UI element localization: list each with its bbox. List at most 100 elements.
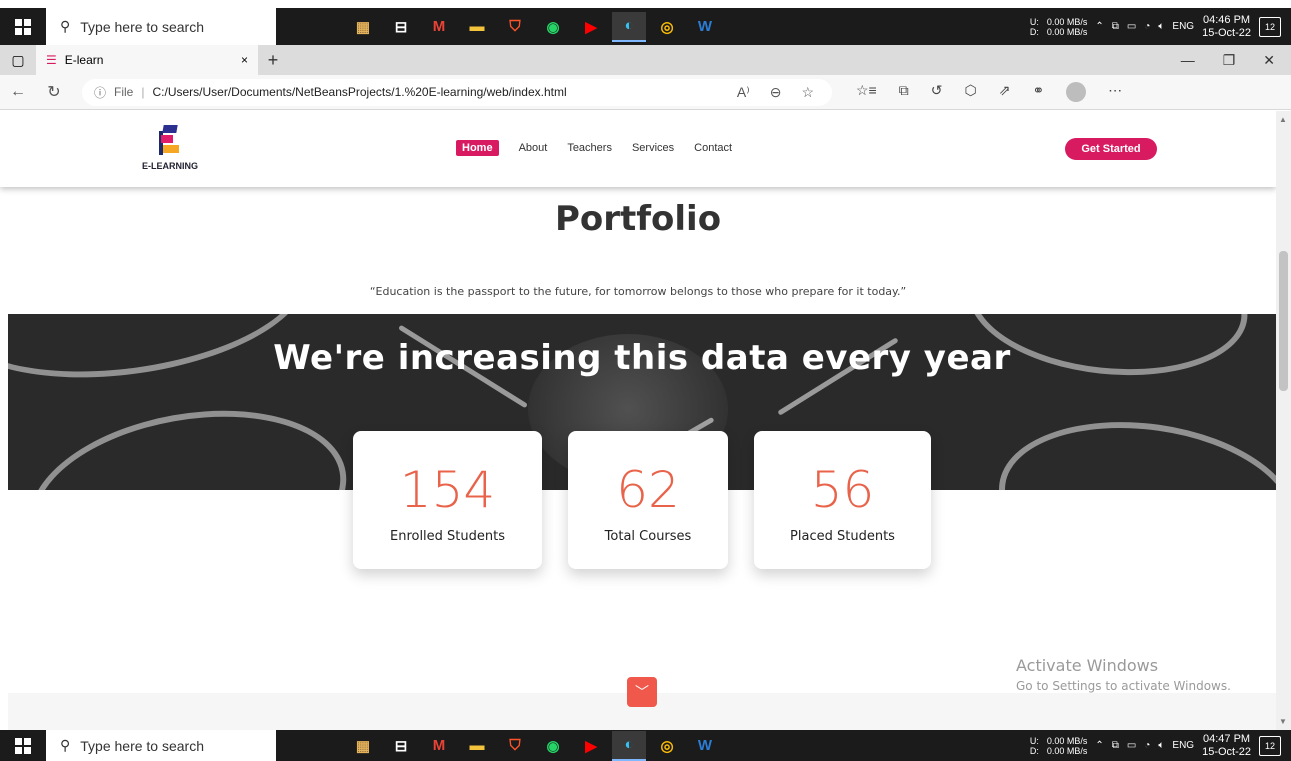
word-icon[interactable]: W bbox=[688, 12, 722, 42]
history-icon[interactable]: ↺ bbox=[931, 82, 943, 102]
page-viewport: E-LEARNING Home About Teachers Services … bbox=[0, 111, 1276, 730]
clock[interactable]: 04:47 PM 15-Oct-22 bbox=[1202, 733, 1251, 759]
back-icon[interactable]: ← bbox=[0, 83, 36, 101]
edge-icon[interactable]: ◐ bbox=[612, 730, 646, 761]
chrome-icon[interactable]: ◎ bbox=[650, 731, 684, 761]
stat-card-placed: 56 Placed Students bbox=[754, 431, 931, 569]
share-icon[interactable]: ⇗ bbox=[999, 82, 1011, 102]
wifi-icon[interactable]: ◔ bbox=[1144, 21, 1150, 32]
taskbar-search[interactable]: ⚲ Type here to search bbox=[46, 730, 276, 761]
close-tab-icon[interactable]: × bbox=[241, 53, 248, 67]
restore-icon[interactable]: ❐ bbox=[1223, 52, 1236, 69]
youtube-icon[interactable]: ▶ bbox=[574, 731, 608, 761]
file-explorer-icon[interactable]: ▬ bbox=[460, 731, 494, 761]
taskbar-search[interactable]: ⚲ Type here to search bbox=[46, 8, 276, 45]
edge-icon[interactable]: ◐ bbox=[612, 11, 646, 42]
whatsapp-icon[interactable]: ◉ bbox=[536, 12, 570, 42]
search-icon: ⚲ bbox=[60, 18, 71, 34]
refresh-icon[interactable]: ↻ bbox=[36, 82, 72, 102]
collections-icon[interactable]: ⧉ bbox=[899, 82, 909, 102]
folder-app-icon[interactable]: ▦ bbox=[346, 12, 380, 42]
scrollbar-thumb[interactable] bbox=[1279, 251, 1288, 391]
clock-time: 04:47 PM bbox=[1202, 732, 1251, 745]
whatsapp-icon[interactable]: ◉ bbox=[536, 731, 570, 761]
favorites-icon[interactable]: ☆≡ bbox=[856, 82, 877, 102]
windows-icon bbox=[15, 18, 31, 35]
url-text: C:/Users/User/Documents/NetBeansProjects… bbox=[152, 85, 567, 99]
battery-icon[interactable]: ▭ bbox=[1127, 740, 1136, 751]
new-tab-button[interactable]: + bbox=[258, 50, 288, 71]
nav-teachers[interactable]: Teachers bbox=[567, 140, 612, 156]
start-button[interactable] bbox=[0, 8, 46, 45]
task-view-icon[interactable]: ⊟ bbox=[384, 731, 418, 761]
watermark-line1: Activate Windows bbox=[1016, 656, 1159, 675]
read-aloud-icon[interactable]: A⁾ bbox=[737, 84, 750, 101]
favorite-add-icon[interactable]: ☆ bbox=[801, 84, 814, 101]
address-bar[interactable]: ⓘ File | C:/Users/User/Documents/NetBean… bbox=[82, 78, 832, 106]
minimize-icon[interactable]: — bbox=[1181, 52, 1195, 69]
download-speed: 0.00 MB/s bbox=[1046, 26, 1088, 37]
folder-app-icon[interactable]: ▦ bbox=[346, 731, 380, 761]
start-button[interactable] bbox=[0, 730, 46, 761]
notification-icon[interactable]: 12 bbox=[1259, 16, 1281, 37]
zoom-icon[interactable]: ⊖ bbox=[770, 84, 782, 101]
file-explorer-icon[interactable]: ▬ bbox=[460, 12, 494, 42]
volume-icon[interactable]: 🔈︎ bbox=[1158, 21, 1164, 32]
quote-text: “Education is the passport to the future… bbox=[369, 285, 907, 298]
nav-services[interactable]: Services bbox=[632, 140, 674, 156]
scroll-down-button[interactable]: ﹀ bbox=[627, 677, 657, 707]
gmail-icon[interactable]: M bbox=[422, 731, 456, 761]
word-icon[interactable]: W bbox=[688, 731, 722, 761]
scroll-down-arrow-icon[interactable]: ▼ bbox=[1279, 717, 1287, 726]
page-scrollbar[interactable]: ▲ ▼ bbox=[1276, 111, 1291, 730]
chrome-icon[interactable]: ◎ bbox=[650, 12, 684, 42]
browser-toolbar: ← ↻ ⓘ File | C:/Users/User/Documents/Net… bbox=[0, 75, 1291, 110]
youtube-icon[interactable]: ▶ bbox=[574, 12, 608, 42]
chalk-circle-decoration bbox=[988, 403, 1276, 490]
logo-text: E-LEARNING bbox=[142, 161, 198, 171]
info-icon[interactable]: ⓘ bbox=[94, 84, 106, 101]
language-indicator[interactable]: ENG bbox=[1172, 740, 1194, 751]
tab-actions-icon[interactable]: ▢ bbox=[0, 52, 36, 69]
close-window-icon[interactable]: ✕ bbox=[1263, 52, 1275, 69]
gmail-icon[interactable]: M bbox=[422, 12, 456, 42]
upload-label: U: bbox=[1029, 16, 1039, 27]
banner-title: We're increasing this data every year bbox=[273, 338, 1011, 378]
clock-date: 15-Oct-22 bbox=[1202, 745, 1251, 758]
wifi-icon[interactable]: ◔ bbox=[1144, 740, 1150, 751]
taskbar-apps: ▦ ⊟ M ▬ ⛉ ◉ ▶ ◐ ◎ W bbox=[346, 730, 722, 761]
taskbar-top: ⚲ Type here to search ▦ ⊟ M ▬ ⛉ ◉ ▶ ◐ ◎ … bbox=[0, 8, 1291, 45]
chevron-up-icon[interactable]: ⌃ bbox=[1095, 21, 1103, 32]
tab-elearn[interactable]: ☰ E-learn × bbox=[36, 45, 258, 75]
profile-sync-icon[interactable]: ⚭ bbox=[1032, 82, 1044, 102]
brave-icon[interactable]: ⛉ bbox=[498, 12, 532, 42]
language-indicator[interactable]: ENG bbox=[1172, 21, 1194, 32]
onedrive-icon[interactable]: ⧉ bbox=[1112, 740, 1119, 751]
extensions-icon[interactable]: ⬡ bbox=[964, 82, 976, 102]
system-tray: U: D: 0.00 MB/s 0.00 MB/s ⌃ ⧉ ▭ ◔ 🔈︎ ENG… bbox=[1030, 733, 1291, 759]
battery-icon[interactable]: ▭ bbox=[1127, 21, 1136, 32]
onedrive-icon[interactable]: ⧉ bbox=[1112, 21, 1119, 32]
chevron-up-icon[interactable]: ⌃ bbox=[1095, 740, 1103, 751]
nav-home[interactable]: Home bbox=[456, 140, 499, 156]
clock[interactable]: 04:46 PM 15-Oct-22 bbox=[1202, 14, 1251, 40]
url-prefix: File bbox=[114, 85, 134, 99]
browser-tabbar: ▢ ☰ E-learn × + — ❐ ✕ bbox=[0, 45, 1291, 75]
notification-icon[interactable]: 12 bbox=[1259, 735, 1281, 756]
scroll-up-arrow-icon[interactable]: ▲ bbox=[1279, 115, 1287, 124]
net-speed: 0.00 MB/s 0.00 MB/s bbox=[1047, 736, 1088, 756]
task-view-icon[interactable]: ⊟ bbox=[384, 12, 418, 42]
site-logo[interactable]: E-LEARNING bbox=[130, 123, 210, 171]
tab-title: E-learn bbox=[64, 53, 104, 67]
more-icon[interactable]: ⋯ bbox=[1108, 82, 1122, 102]
volume-icon[interactable]: 🔈︎ bbox=[1158, 740, 1164, 751]
avatar[interactable] bbox=[1066, 82, 1087, 102]
stat-label: Enrolled Students bbox=[389, 529, 506, 544]
stat-value: 154 bbox=[399, 461, 496, 519]
brave-icon[interactable]: ⛉ bbox=[498, 731, 532, 761]
stat-label: Placed Students bbox=[790, 529, 895, 544]
nav-about[interactable]: About bbox=[519, 140, 548, 156]
taskbar-apps: ▦ ⊟ M ▬ ⛉ ◉ ▶ ◐ ◎ W bbox=[346, 11, 722, 42]
nav-contact[interactable]: Contact bbox=[694, 140, 732, 156]
get-started-button[interactable]: Get Started bbox=[1065, 138, 1157, 160]
